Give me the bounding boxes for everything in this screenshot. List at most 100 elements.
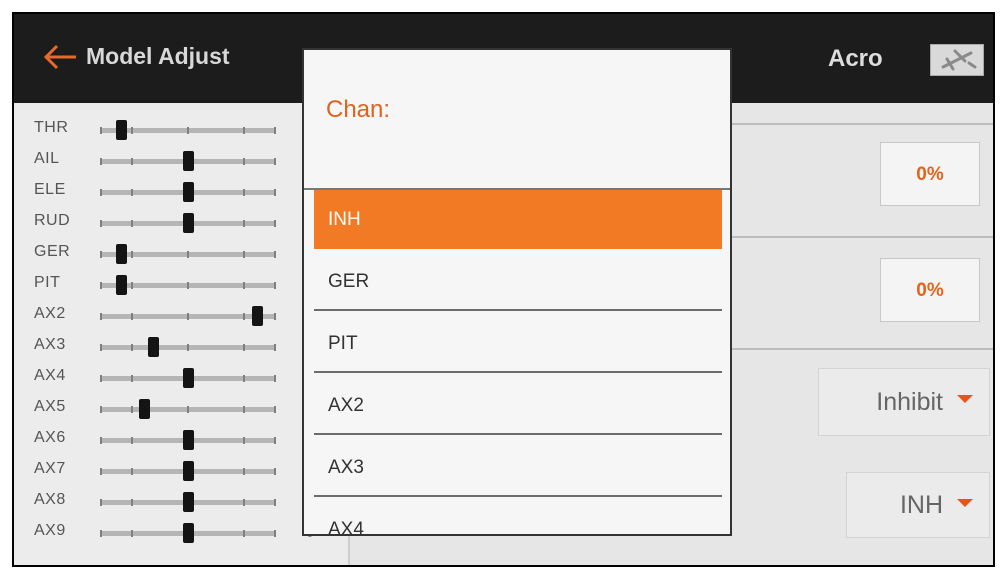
caret-down-icon — [957, 499, 973, 507]
channel-bar — [100, 306, 276, 326]
channel-option[interactable]: INH — [314, 190, 722, 249]
airplane-icon[interactable] — [930, 44, 984, 76]
channel-row: AX90 — [14, 518, 349, 547]
channel-row: AX6 — [14, 425, 349, 454]
channel-level-marker — [116, 120, 127, 140]
channel-level-marker — [183, 523, 194, 543]
option-divider — [314, 371, 722, 373]
dropdown-2-value: INH — [899, 490, 943, 519]
channel-option-label: AX3 — [328, 457, 364, 478]
channel-bar-tick — [100, 344, 102, 351]
channel-label: AX5 — [34, 398, 66, 415]
channel-bar-tick — [100, 530, 102, 537]
channel-bar-tick — [187, 313, 189, 320]
dropdown-1-value: Inhibit — [876, 387, 943, 416]
channel-bar — [100, 430, 276, 450]
dropdown-1[interactable]: Inhibit — [818, 368, 990, 436]
page-title: Model Adjust — [86, 43, 230, 69]
channel-bar-tick — [100, 375, 102, 382]
channel-bar-tick — [131, 220, 133, 227]
channel-bar-tick — [187, 127, 189, 134]
channel-level-marker — [183, 461, 194, 481]
channel-bar-tick — [131, 468, 133, 475]
channel-select-popup: Chan: INH GER PIT AX2 AX3 AX4 — [302, 48, 732, 536]
channel-label: AX9 — [34, 522, 66, 539]
channel-bar-tick — [274, 375, 276, 382]
channel-bar — [100, 213, 276, 233]
channel-bar-tick — [243, 158, 245, 165]
value-box-1[interactable]: 0% — [880, 142, 980, 206]
channel-level-marker — [252, 306, 263, 326]
channel-label: AX2 — [34, 305, 66, 322]
channel-bar-tick — [187, 282, 189, 289]
channel-option[interactable]: GER — [314, 252, 722, 311]
channel-level-marker — [116, 275, 127, 295]
channel-option[interactable]: AX2 — [314, 376, 722, 435]
channel-level-marker — [183, 182, 194, 202]
channel-bar-tick — [274, 499, 276, 506]
channel-bar-tick — [243, 313, 245, 320]
screen-frame: Model Adjust Acro THR AIL ELE RUD GER PIT AX2 A… — [12, 12, 995, 567]
channel-label: AX4 — [34, 367, 66, 384]
channel-label: AX3 — [34, 336, 66, 353]
channel-bar-tick — [274, 220, 276, 227]
channel-bar-tick — [100, 282, 102, 289]
channel-option-label: AX2 — [328, 395, 364, 416]
channel-bar-tick — [243, 189, 245, 196]
dropdown-2[interactable]: INH — [846, 472, 990, 538]
channel-bar-tick — [243, 406, 245, 413]
channel-bar-tick — [131, 530, 133, 537]
channel-bar-tick — [243, 499, 245, 506]
channel-bar-tick — [274, 437, 276, 444]
back-arrow-icon[interactable] — [42, 42, 78, 72]
channel-bar-tick — [243, 437, 245, 444]
channel-bar-tick — [187, 406, 189, 413]
channel-bar-tick — [100, 437, 102, 444]
channel-option-label: AX4 — [328, 519, 364, 534]
channel-bar-tick — [187, 344, 189, 351]
channel-bar-tick — [100, 189, 102, 196]
channel-level-marker — [139, 399, 150, 419]
channel-row: AX80 — [14, 487, 349, 516]
screen: Model Adjust Acro THR AIL ELE RUD GER PIT AX2 A… — [14, 14, 993, 565]
channel-bar-tick — [131, 406, 133, 413]
channel-row: AX7 — [14, 456, 349, 485]
channel-label: RUD — [34, 212, 71, 229]
channel-bar — [100, 461, 276, 481]
channel-bar-tick — [243, 375, 245, 382]
option-divider — [314, 433, 722, 435]
channel-row: AIL — [14, 146, 349, 175]
channel-row: AX5 — [14, 394, 349, 423]
channel-bar-tick — [243, 530, 245, 537]
channel-bar — [100, 182, 276, 202]
channel-option-label: INH — [328, 209, 361, 230]
channel-bar-tick — [274, 530, 276, 537]
channel-bar-tick — [243, 282, 245, 289]
channel-level-marker — [148, 337, 159, 357]
channel-row: AX4 — [14, 363, 349, 392]
model-type-label: Acro — [828, 45, 883, 72]
channel-level-marker — [183, 368, 194, 388]
channel-level-marker — [183, 430, 194, 450]
channel-level-marker — [183, 213, 194, 233]
channel-option-list[interactable]: INH GER PIT AX2 AX3 AX4 — [314, 190, 722, 534]
channel-bar-tick — [274, 344, 276, 351]
channel-bar-tick — [274, 468, 276, 475]
channel-option[interactable]: AX4 — [314, 500, 722, 534]
channel-bar-tick — [274, 282, 276, 289]
channel-option[interactable]: PIT — [314, 314, 722, 373]
channel-bar-tick — [274, 406, 276, 413]
channel-bar — [100, 244, 276, 264]
option-divider — [314, 309, 722, 311]
channel-bar — [100, 151, 276, 171]
channel-bar-tick — [274, 158, 276, 165]
channel-bar-tick — [131, 344, 133, 351]
channel-bar-tick — [131, 499, 133, 506]
value-box-2[interactable]: 0% — [880, 258, 980, 322]
channel-option[interactable]: AX3 — [314, 438, 722, 497]
channel-bar — [100, 275, 276, 295]
popup-title: Chan: — [326, 96, 391, 123]
channel-label: ELE — [34, 181, 66, 198]
channel-label: AIL — [34, 150, 60, 167]
channel-option-label: GER — [328, 271, 370, 292]
